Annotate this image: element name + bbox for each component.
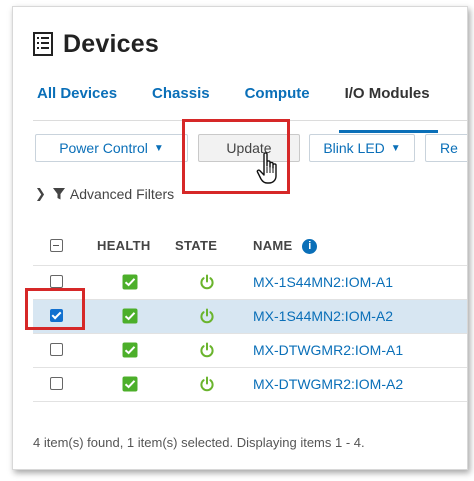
select-all-checkbox[interactable] (50, 239, 63, 252)
health-ok-icon (122, 376, 138, 392)
blink-led-label: Blink LED (323, 140, 385, 156)
page-header: Devices (33, 27, 159, 61)
table-row-selected[interactable]: MX-1S44MN2:IOM-A2 (33, 299, 467, 333)
device-name-link[interactable]: MX-1S44MN2:IOM-A2 (253, 308, 393, 324)
device-tabs: All Devices Chassis Compute I/O Modules (37, 79, 467, 133)
row-checkbox[interactable] (50, 343, 63, 356)
column-health[interactable]: HEALTH (97, 238, 151, 253)
tab-io-modules[interactable]: I/O Modules (338, 79, 438, 133)
column-state[interactable]: STATE (175, 238, 217, 253)
power-on-icon (200, 274, 214, 290)
table-row[interactable]: MX-DTWGMR2:IOM-A1 (33, 333, 467, 367)
row-checkbox[interactable] (50, 275, 63, 288)
caret-down-icon: ▼ (390, 142, 401, 154)
row-checkbox[interactable] (50, 377, 63, 390)
power-on-icon (200, 308, 214, 324)
grid-header: HEALTH STATE NAME i (33, 232, 467, 262)
table-row[interactable]: MX-1S44MN2:IOM-A1 (33, 265, 467, 299)
power-on-icon (200, 342, 214, 358)
health-ok-icon (122, 342, 138, 358)
devices-panel: Devices All Devices Chassis Compute I/O … (12, 6, 468, 470)
blink-led-button[interactable]: Blink LED ▼ (309, 134, 415, 162)
advanced-filters-label: Advanced Filters (69, 186, 175, 202)
more-actions-button[interactable]: Re (425, 134, 467, 162)
tab-compute[interactable]: Compute (245, 79, 310, 121)
info-icon[interactable]: i (302, 239, 318, 254)
filter-icon (52, 188, 65, 200)
page-title: Devices (63, 29, 159, 58)
device-name-link[interactable]: MX-DTWGMR2:IOM-A1 (253, 342, 403, 358)
grid-footer-summary: 4 item(s) found, 1 item(s) selected. Dis… (33, 435, 365, 450)
health-ok-icon (122, 274, 138, 290)
column-name-label: NAME (253, 238, 293, 253)
hand-cursor-icon (256, 152, 277, 184)
chevron-right-icon: ❯ (35, 186, 46, 201)
tab-all-devices[interactable]: All Devices (37, 79, 117, 121)
power-control-label: Power Control (59, 140, 148, 156)
device-grid: MX-1S44MN2:IOM-A1 MX-1S44MN2:IOM-A2 MX-D… (33, 265, 467, 402)
checkbox-highlight-box (25, 288, 85, 330)
power-on-icon (200, 376, 214, 392)
more-actions-label: Re (440, 140, 458, 156)
tab-chassis[interactable]: Chassis (152, 79, 210, 121)
caret-down-icon: ▼ (153, 142, 164, 154)
column-name[interactable]: NAME i (253, 238, 318, 254)
power-control-button[interactable]: Power Control ▼ (35, 134, 188, 162)
table-row[interactable]: MX-DTWGMR2:IOM-A2 (33, 367, 467, 402)
advanced-filters-toggle[interactable]: ❯ Advanced Filters (35, 183, 174, 205)
device-name-link[interactable]: MX-1S44MN2:IOM-A1 (253, 274, 393, 290)
device-name-link[interactable]: MX-DTWGMR2:IOM-A2 (253, 376, 403, 392)
health-ok-icon (122, 308, 138, 324)
document-list-icon (33, 32, 53, 56)
